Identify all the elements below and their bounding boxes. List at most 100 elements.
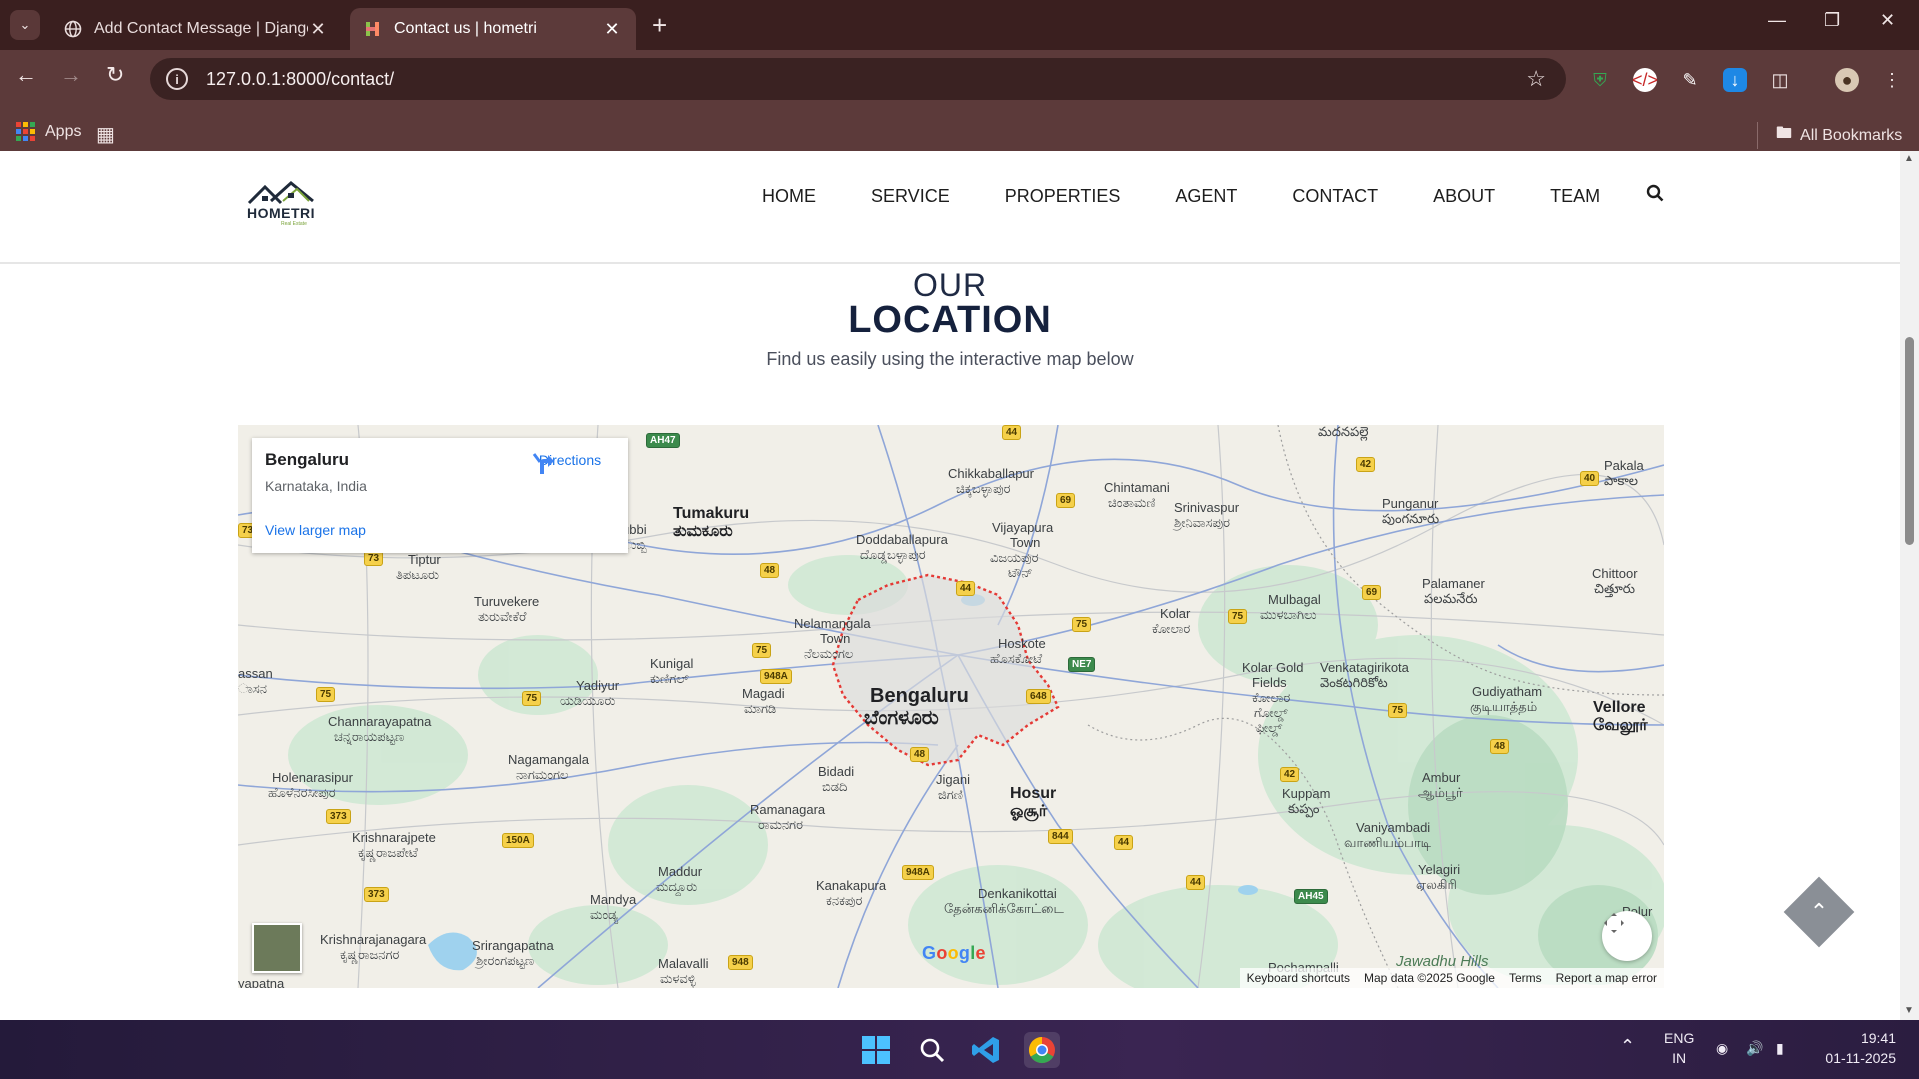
menu-agent[interactable]: AGENT xyxy=(1175,181,1237,211)
road-shield: 69 xyxy=(1056,493,1076,508)
search-icon[interactable] xyxy=(1646,181,1664,211)
eyedropper-extension-icon[interactable]: ✎ xyxy=(1678,68,1702,92)
language-indicator[interactable]: ENG IN xyxy=(1664,1028,1694,1068)
reload-icon[interactable]: ↻ xyxy=(106,62,124,88)
road-shield: 75 xyxy=(316,687,336,702)
windows-taskbar: ⌃ ENG IN ◉ 🔊 ▮ 19:41 01-11-2025 xyxy=(0,1020,1919,1079)
directions-arrow-icon xyxy=(532,453,554,474)
bookmark-all-bookmarks[interactable]: 🖿 All Bookmarks xyxy=(1757,122,1902,149)
menu-team[interactable]: TEAM xyxy=(1550,181,1600,211)
close-tab-icon[interactable]: ✕ xyxy=(308,19,328,40)
site-info-icon[interactable]: i xyxy=(166,68,188,90)
scroll-down-arrow-icon[interactable]: ▼ xyxy=(1904,1005,1914,1016)
back-arrow-icon[interactable]: ← xyxy=(15,62,37,88)
map-label: ಕನಕಪುರ xyxy=(826,893,863,908)
road-shield: 150A xyxy=(502,833,534,848)
map-label: Pakala xyxy=(1604,458,1644,473)
restore-icon[interactable]: ❐ xyxy=(1824,10,1840,31)
tab-groups-icon[interactable]: ▦ xyxy=(96,122,115,147)
menu-home[interactable]: HOME xyxy=(762,181,816,211)
menu-about[interactable]: ABOUT xyxy=(1433,181,1495,211)
vscode-icon[interactable] xyxy=(968,1032,1004,1068)
road-shield: 948A xyxy=(902,865,934,880)
road-shield: 42 xyxy=(1280,767,1300,782)
menu-properties[interactable]: PROPERTIES xyxy=(1005,181,1121,211)
browser-tab-bar: ⌄ Add Contact Message | Django ✕ Contact… xyxy=(0,0,1919,50)
shield-extension-icon[interactable]: ⛨ xyxy=(1588,68,1612,92)
url-text[interactable]: 127.0.0.1:8000/contact/ xyxy=(206,69,1526,90)
map-label: Palamaner xyxy=(1422,576,1485,591)
scroll-to-top-button[interactable]: ⌃ xyxy=(1783,876,1855,948)
hometri-logo[interactable]: HOMETRI Real Estate xyxy=(247,181,319,227)
clock[interactable]: 19:41 01-11-2025 xyxy=(1816,1028,1896,1068)
google-logo: Google xyxy=(922,943,986,963)
battery-icon[interactable]: ▮ xyxy=(1776,1038,1784,1058)
map-label: ಯಡಿಯೂರು xyxy=(560,693,616,708)
map-label: ಬೆಂಗಳೂರು xyxy=(864,707,939,729)
page-scrollbar[interactable]: ▲ ▼ xyxy=(1900,151,1919,1020)
menu-contact[interactable]: CONTACT xyxy=(1292,181,1378,211)
extensions-puzzle-icon[interactable]: ◫ xyxy=(1768,68,1792,92)
report-map-error-link[interactable]: Report a map error xyxy=(1549,971,1664,985)
address-bar[interactable]: i 127.0.0.1:8000/contact/ ☆ xyxy=(150,58,1566,100)
map-label: Doddaballapura xyxy=(856,532,948,547)
close-tab-icon[interactable]: ✕ xyxy=(602,19,622,40)
section-subtitle: Find us easily using the interactive map… xyxy=(766,349,1134,369)
road-shield: 373 xyxy=(364,887,389,902)
keyboard-shortcuts-link[interactable]: Keyboard shortcuts xyxy=(1240,971,1357,985)
map-label: Tumakuru xyxy=(673,505,750,522)
google-map-embed[interactable]: Bengaluru ಬೆಂಗಳೂರು Tumakuru ತುಮಕೂರು Hosu… xyxy=(238,425,1664,988)
windows-start-icon[interactable] xyxy=(858,1032,894,1068)
view-larger-map-link[interactable]: View larger map xyxy=(265,522,366,538)
map-label: Vaniyambadi xyxy=(1356,820,1431,835)
all-bookmarks-label: All Bookmarks xyxy=(1800,126,1903,144)
new-tab-icon[interactable]: + xyxy=(652,12,667,38)
tab-search-button[interactable]: ⌄ xyxy=(10,10,40,40)
scroll-up-arrow-icon[interactable]: ▲ xyxy=(1904,153,1914,164)
profile-avatar-icon[interactable]: ● xyxy=(1835,68,1859,92)
more-menu-icon[interactable]: ⋮ xyxy=(1880,68,1904,92)
menu-service[interactable]: SERVICE xyxy=(871,181,950,211)
map-label: Maddur xyxy=(658,864,703,879)
map-label: మదనపల్లె xyxy=(1318,425,1369,439)
minimize-icon[interactable]: — xyxy=(1768,10,1786,31)
language-region: IN xyxy=(1672,1050,1687,1066)
tab-add-contact-message[interactable]: Add Contact Message | Django ✕ xyxy=(50,8,342,50)
map-label: Chikkaballapur xyxy=(948,466,1034,481)
map-label: ನಾಗಮಂಗಲ xyxy=(516,767,569,782)
road-shield: 48 xyxy=(910,747,930,762)
bookmark-apps[interactable]: Apps xyxy=(16,122,81,141)
clock-time: 19:41 xyxy=(1860,1030,1896,1046)
map-label: ಶ್ರೀನಿವಾಸಪುರ xyxy=(1174,515,1230,530)
apps-grid-icon xyxy=(16,122,35,141)
fullscreen-icon[interactable] xyxy=(1602,911,1652,961)
satellite-toggle-button[interactable] xyxy=(252,923,302,973)
map-label: Venkatagirikota xyxy=(1320,660,1409,675)
search-icon[interactable] xyxy=(914,1032,950,1068)
map-label: ஆம்பூர் xyxy=(1418,785,1463,800)
tab-title: Add Contact Message | Django xyxy=(94,20,308,37)
place-region: Karnataka, India xyxy=(265,478,367,494)
window-close-icon[interactable]: ✕ xyxy=(1880,10,1895,31)
map-label: Kolar xyxy=(1160,606,1191,621)
terms-link[interactable]: Terms xyxy=(1502,971,1549,985)
tray-overflow-chevron-icon[interactable]: ⌃ xyxy=(1620,1036,1635,1056)
directions-button[interactable]: Directions xyxy=(530,450,610,474)
download-extension-icon[interactable]: ↓ xyxy=(1723,68,1747,92)
map-label: ತುರುವೇಕೆರೆ xyxy=(478,609,527,624)
road-shield: 42 xyxy=(1356,457,1376,472)
road-shield: 75 xyxy=(1072,617,1092,632)
scrollbar-thumb[interactable] xyxy=(1905,337,1914,545)
wifi-icon[interactable]: ◉ xyxy=(1716,1038,1728,1058)
forward-arrow-icon[interactable]: → xyxy=(60,62,82,88)
bookmark-star-icon[interactable]: ☆ xyxy=(1526,66,1546,92)
code-extension-icon[interactable]: </> xyxy=(1632,68,1658,92)
tab-contact-us[interactable]: Contact us | hometri ✕ xyxy=(350,8,636,50)
chrome-icon[interactable] xyxy=(1024,1032,1060,1068)
road-shield: 48 xyxy=(1490,739,1510,754)
map-label: ಕೋಲಾರ xyxy=(1252,690,1291,705)
volume-icon[interactable]: 🔊 xyxy=(1746,1038,1763,1058)
map-label: ಬಿಡದಿ xyxy=(822,779,848,794)
map-label: Town xyxy=(1010,535,1041,550)
map-label: Mulbagal xyxy=(1268,592,1321,607)
